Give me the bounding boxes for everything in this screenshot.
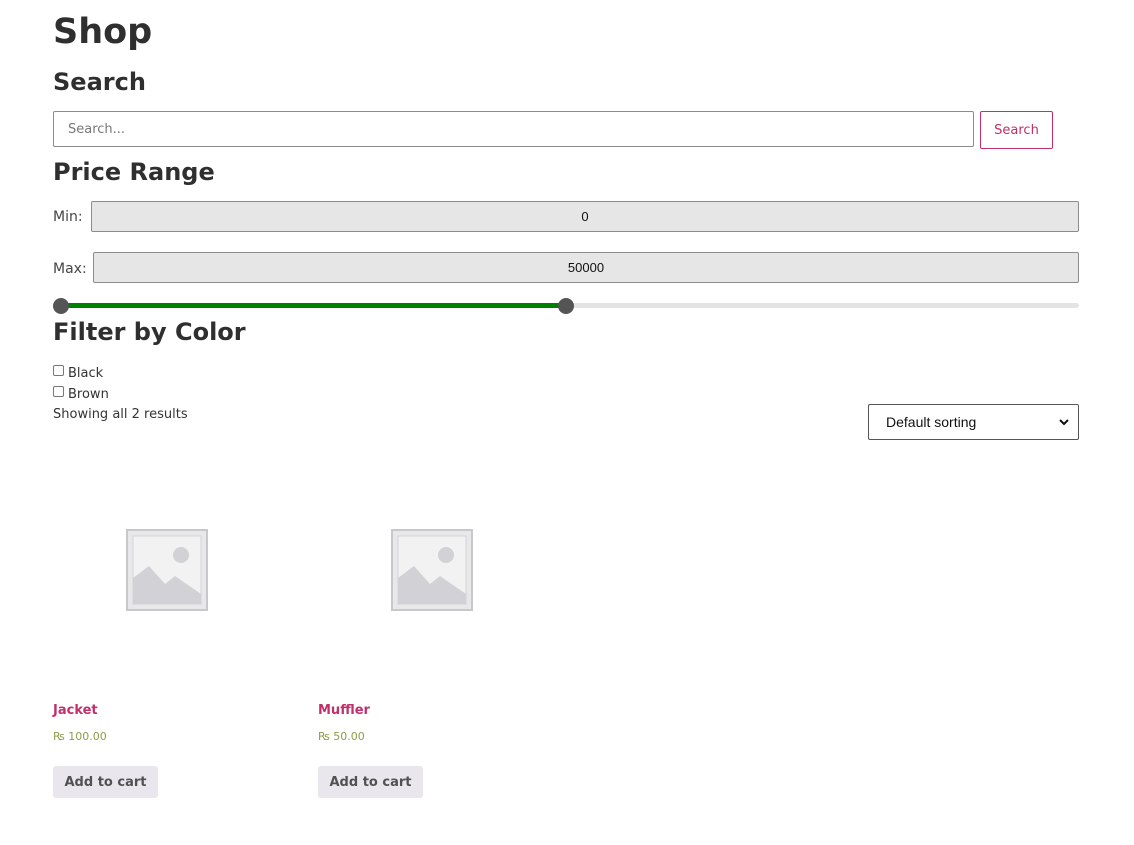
black-checkbox[interactable] — [53, 365, 64, 376]
slider-min-handle[interactable] — [53, 298, 69, 314]
sort-selected-value: Default sorting — [886, 414, 977, 430]
price-range-heading: Price Range — [53, 158, 215, 186]
price-range-slider[interactable] — [53, 298, 1079, 314]
slider-fill — [61, 303, 566, 308]
color-option-label: Brown — [68, 387, 109, 402]
add-to-cart-button[interactable]: Add to cart — [318, 766, 423, 798]
min-label: Min: — [53, 209, 83, 225]
search-button[interactable]: Search — [980, 111, 1053, 149]
search-heading: Search — [53, 68, 146, 96]
product-title[interactable]: Jacket — [53, 703, 98, 718]
color-filter-heading: Filter by Color — [53, 318, 246, 346]
color-option-label: Black — [68, 366, 104, 381]
product-image[interactable] — [318, 466, 548, 676]
product-price: ₨ 50.00 — [318, 730, 365, 743]
max-price-field[interactable] — [93, 252, 1079, 283]
chevron-down-icon — [1059, 419, 1069, 426]
placeholder-image-icon — [391, 529, 473, 611]
product-price: ₨ 100.00 — [53, 730, 107, 743]
color-option-brown[interactable]: Brown — [53, 386, 109, 402]
product-title[interactable]: Muffler — [318, 703, 370, 718]
max-label: Max: — [53, 261, 87, 277]
product-image[interactable] — [53, 466, 283, 676]
sort-select[interactable]: Default sorting — [868, 404, 1079, 440]
brown-checkbox[interactable] — [53, 386, 64, 397]
result-count: Showing all 2 results — [53, 407, 188, 422]
search-input[interactable] — [53, 111, 974, 147]
page-title: Shop — [53, 12, 153, 52]
add-to-cart-button[interactable]: Add to cart — [53, 766, 158, 798]
min-price-field[interactable] — [91, 201, 1079, 232]
placeholder-image-icon — [126, 529, 208, 611]
slider-max-handle[interactable] — [558, 298, 574, 314]
color-option-black[interactable]: Black — [53, 365, 104, 381]
